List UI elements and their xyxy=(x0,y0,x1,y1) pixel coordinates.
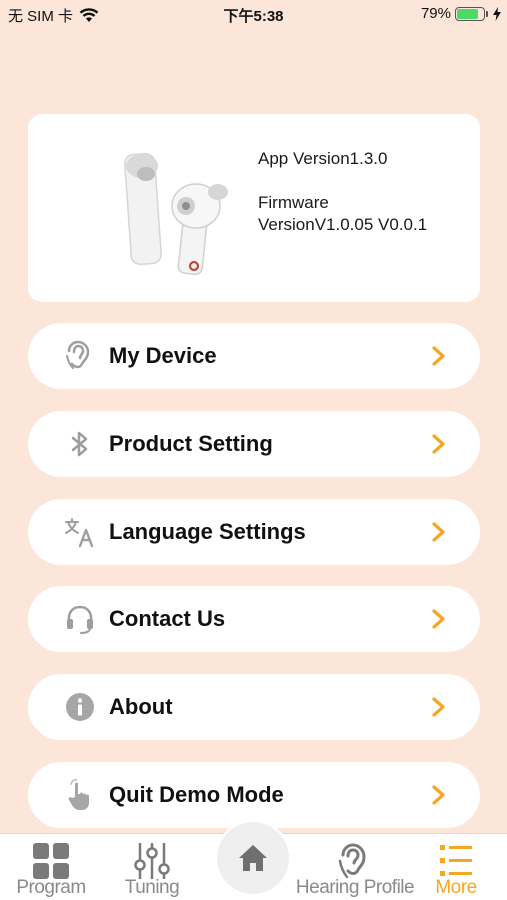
menu-item-about[interactable]: About xyxy=(28,674,480,740)
menu-item-quit-demo-mode[interactable]: Quit Demo Mode xyxy=(28,762,480,828)
tab-label: Hearing Profile xyxy=(295,877,415,898)
chevron-right-icon xyxy=(432,522,445,542)
tab-hearing-profile[interactable]: Hearing Profile xyxy=(295,834,415,900)
headset-icon xyxy=(67,605,93,634)
bluetooth-icon xyxy=(71,431,88,457)
menu-item-language-settings[interactable]: Language Settings xyxy=(28,499,480,565)
tab-label: Program xyxy=(16,877,86,898)
menu-item-my-device[interactable]: My Device xyxy=(28,323,480,389)
chevron-right-icon xyxy=(432,697,445,717)
battery-percent: 79% xyxy=(420,5,451,22)
chevron-right-icon xyxy=(432,609,445,629)
menu-item-product-setting[interactable]: Product Setting xyxy=(28,411,480,477)
tab-program[interactable]: Program xyxy=(0,834,102,900)
status-bar: 无 SIM 卡 下午5:38 79% xyxy=(0,0,507,30)
chevron-right-icon xyxy=(432,434,445,454)
menu-item-label: Product Setting xyxy=(109,431,273,456)
menu-item-label: My Device xyxy=(109,343,217,368)
info-icon xyxy=(66,693,94,721)
chevron-right-icon xyxy=(432,346,445,366)
tab-more[interactable]: More xyxy=(415,834,497,900)
translate-icon xyxy=(65,518,94,548)
hearing-icon xyxy=(338,843,366,879)
version-info: App Version1.3.0 Firmware VersionV1.0.05… xyxy=(258,148,468,236)
app-version: App Version1.3.0 xyxy=(258,149,388,168)
battery-fill xyxy=(457,8,478,19)
firmware-version: VersionV1.0.05 V0.0.1 xyxy=(258,215,428,234)
device-info-card: App Version1.3.0 Firmware VersionV1.0.05… xyxy=(28,114,480,302)
menu-item-label: Contact Us xyxy=(109,606,226,631)
hand-pointer-icon xyxy=(68,779,89,810)
home-icon xyxy=(239,845,267,871)
tab-home[interactable] xyxy=(217,822,289,894)
list-icon xyxy=(440,845,472,876)
battery-icon xyxy=(455,6,488,21)
grid-icon xyxy=(33,843,69,879)
menu-item-contact-us[interactable]: Contact Us xyxy=(28,586,480,652)
charging-icon xyxy=(493,6,501,21)
menu-item-label: Quit Demo Mode xyxy=(109,782,284,807)
firmware-label: Firmware xyxy=(258,193,329,212)
earbuds-image xyxy=(124,152,228,276)
status-right: 79% xyxy=(421,5,501,22)
tab-label: More xyxy=(435,877,477,898)
ear-icon xyxy=(66,340,90,369)
sliders-icon xyxy=(134,843,170,879)
tab-tuning[interactable]: Tuning xyxy=(102,834,202,900)
menu-item-label: Language Settings xyxy=(109,519,306,544)
tab-label: Tuning xyxy=(124,877,180,898)
chevron-right-icon xyxy=(432,785,445,805)
menu-item-label: About xyxy=(109,694,173,719)
